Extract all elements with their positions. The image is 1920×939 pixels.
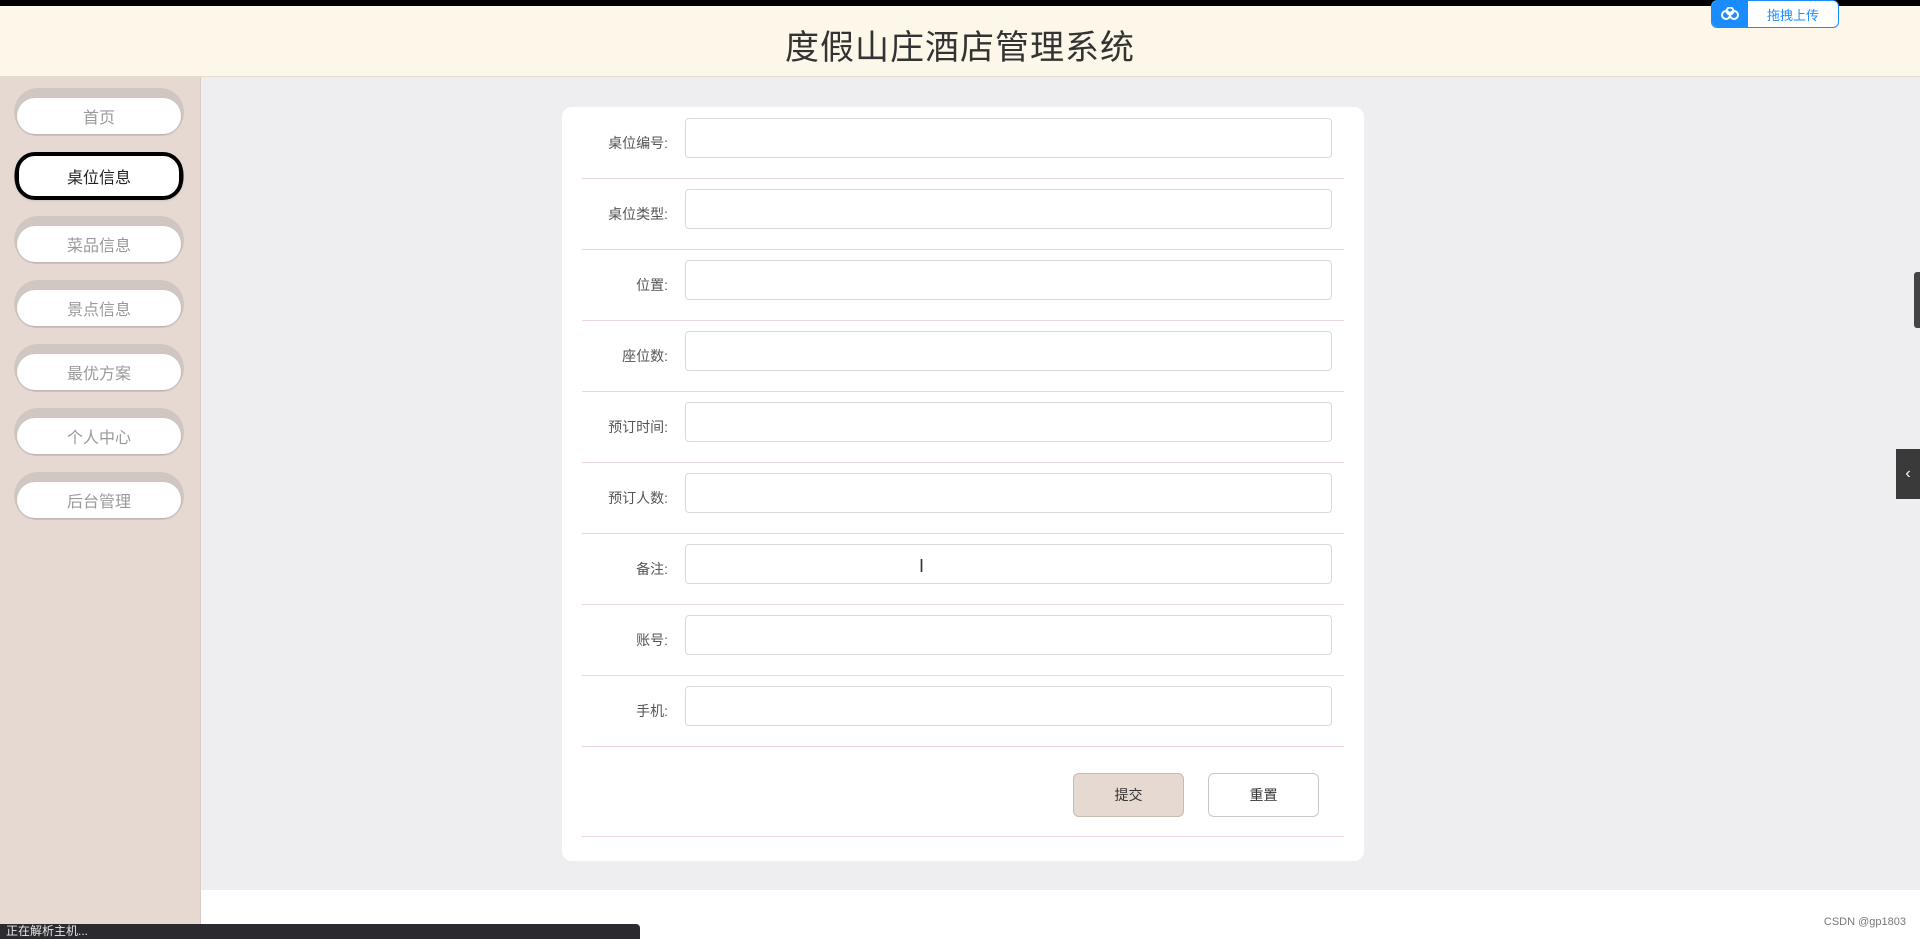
field-label: 座位数: xyxy=(622,348,668,364)
location-input[interactable] xyxy=(685,260,1332,300)
app-header: 度假山庄酒店管理系统 拖拽上传 xyxy=(0,0,1920,77)
booking-people-input[interactable] xyxy=(685,473,1332,513)
reservation-form-card: 桌位编号: 桌位类型: 位置: 座位数: 预订时间: 预订人数: 备注: 账号:… xyxy=(562,107,1364,861)
booking-time-input[interactable] xyxy=(685,402,1332,442)
drag-upload-button[interactable]: 拖拽上传 xyxy=(1711,0,1839,28)
sidebar-item-label: 个人中心 xyxy=(17,418,181,454)
account-input[interactable] xyxy=(685,615,1332,655)
sidebar-item-label: 最优方案 xyxy=(17,354,181,390)
form-row-booking-people: 预订人数: xyxy=(582,462,1344,534)
phone-input[interactable] xyxy=(685,686,1332,726)
scroll-indicator[interactable] xyxy=(1914,272,1920,328)
sidebar-item-label: 菜品信息 xyxy=(17,226,181,262)
field-label: 桌位编号: xyxy=(608,135,668,151)
sidebar-item-table-info[interactable]: 桌位信息 xyxy=(14,152,184,200)
remarks-input[interactable] xyxy=(685,544,1332,584)
sidebar-item-admin[interactable]: 后台管理 xyxy=(14,472,184,520)
cloud-upload-icon xyxy=(1712,1,1748,27)
form-row-phone: 手机: xyxy=(582,675,1344,747)
seat-count-input[interactable] xyxy=(685,331,1332,371)
field-label: 备注: xyxy=(636,561,668,577)
chevron-left-icon[interactable]: ‹ xyxy=(1896,449,1920,499)
sidebar-item-label: 桌位信息 xyxy=(15,152,183,200)
form-actions: 提交 重置 xyxy=(582,763,1344,837)
form-row-table-number: 桌位编号: xyxy=(582,107,1344,179)
upload-label: 拖拽上传 xyxy=(1766,7,1819,23)
form-row-remarks: 备注: xyxy=(582,533,1344,605)
sidebar-item-home[interactable]: 首页 xyxy=(14,88,184,136)
watermark: CSDN @gp1803 xyxy=(1823,916,1906,928)
form-row-account: 账号: xyxy=(582,604,1344,676)
table-number-input[interactable] xyxy=(685,118,1332,158)
form-row-seat-count: 座位数: xyxy=(582,320,1344,392)
sidebar-item-label: 后台管理 xyxy=(17,482,181,518)
field-label: 预订时间: xyxy=(608,419,668,435)
sidebar-item-profile[interactable]: 个人中心 xyxy=(14,408,184,456)
sidebar-item-scenic-info[interactable]: 景点信息 xyxy=(14,280,184,328)
field-label: 位置: xyxy=(636,277,668,293)
field-label: 账号: xyxy=(636,632,668,648)
form-row-table-type: 桌位类型: xyxy=(582,178,1344,250)
browser-status-bar: 正在解析主机... xyxy=(0,924,640,939)
sidebar: 首页 桌位信息 菜品信息 景点信息 最优方案 个人中心 后台管理 xyxy=(0,77,201,939)
form-row-booking-time: 预订时间: xyxy=(582,391,1344,463)
text-cursor-icon: I xyxy=(919,556,925,576)
sidebar-item-best-plan[interactable]: 最优方案 xyxy=(14,344,184,392)
table-type-input[interactable] xyxy=(685,189,1332,229)
field-label: 桌位类型: xyxy=(608,206,668,222)
main-content: 桌位编号: 桌位类型: 位置: 座位数: 预订时间: 预订人数: 备注: 账号:… xyxy=(201,77,1920,890)
sidebar-item-label: 景点信息 xyxy=(17,290,181,326)
sidebar-item-dish-info[interactable]: 菜品信息 xyxy=(14,216,184,264)
field-label: 预订人数: xyxy=(608,490,668,506)
field-label: 手机: xyxy=(636,703,668,719)
form-row-location: 位置: xyxy=(582,249,1344,321)
page-title: 度假山庄酒店管理系统 xyxy=(785,29,1135,67)
sidebar-item-label: 首页 xyxy=(17,98,181,134)
submit-button[interactable]: 提交 xyxy=(1073,773,1184,817)
reset-button[interactable]: 重置 xyxy=(1208,773,1319,817)
